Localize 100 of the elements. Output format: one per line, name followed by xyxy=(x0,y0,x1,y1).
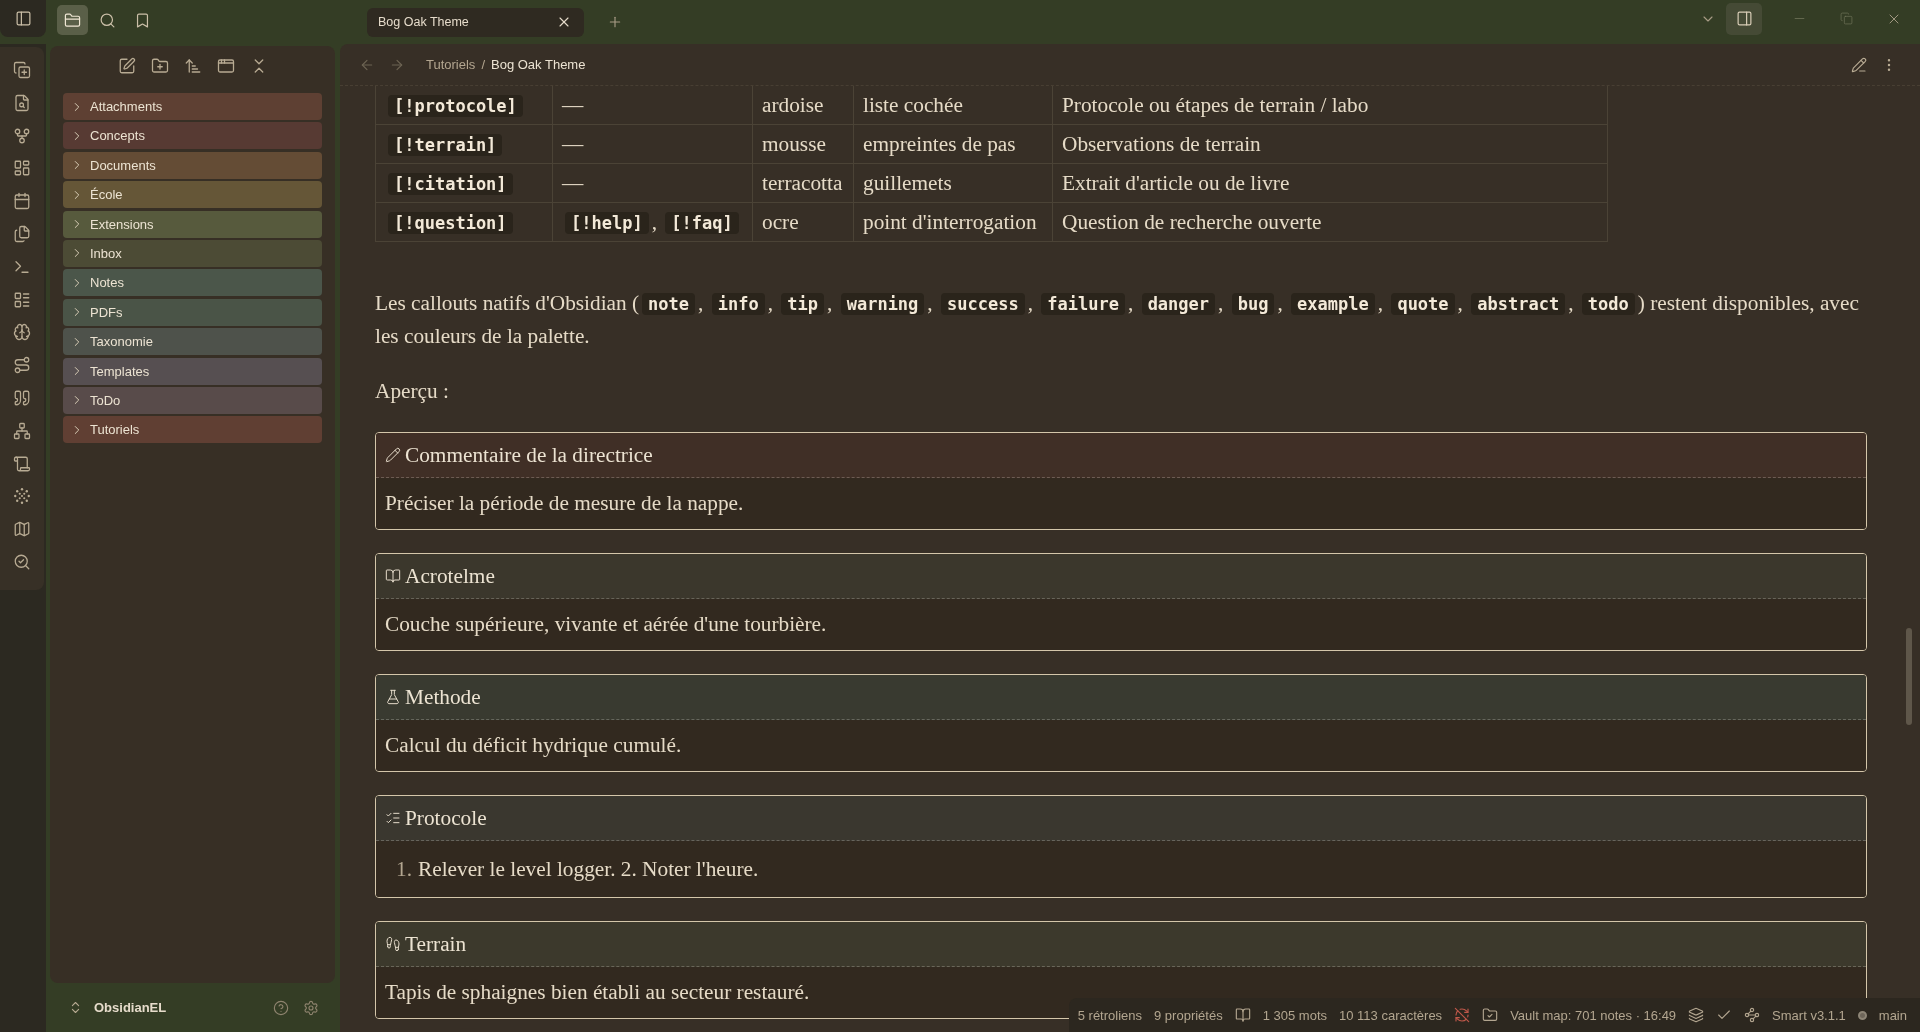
table-cell: Question de recherche ouverte xyxy=(1052,202,1608,242)
table-cell: [!terrain] xyxy=(375,124,553,164)
callout-title: Commentaire de la directrice xyxy=(405,442,653,468)
callout-text: Tapis de sphaignes bien établi au secteur restauré. xyxy=(385,980,810,1005)
table-cell: [!citation] xyxy=(375,163,553,203)
footprints-icon xyxy=(385,936,401,952)
folder-item[interactable]: Taxonomie xyxy=(63,328,322,356)
table-cell: [!help] , [!faq] xyxy=(552,202,753,242)
route-icon[interactable] xyxy=(13,356,31,375)
folder-item[interactable]: Concepts xyxy=(63,122,322,150)
right-sidebar-button[interactable] xyxy=(1726,2,1762,35)
vault-map-status[interactable]: Vault map: 701 notes · 16:49 xyxy=(1510,1007,1677,1023)
stack-icon[interactable] xyxy=(1688,1007,1705,1023)
folder-item[interactable]: Documents xyxy=(63,151,322,179)
nodes-icon[interactable] xyxy=(1744,1007,1761,1023)
callout-text: Calcul du déficit hydrique cumulé. xyxy=(385,733,682,758)
callout-title: Acrotelme xyxy=(405,563,495,589)
new-note-icon[interactable] xyxy=(117,57,136,75)
dashboard-icon[interactable] xyxy=(13,159,31,178)
paragraph: Aperçu : xyxy=(375,378,450,405)
folder-item[interactable]: Notes xyxy=(63,269,322,297)
search-check-icon[interactable] xyxy=(13,552,31,571)
folder-item[interactable]: PDFs xyxy=(63,298,322,326)
table-cell: — xyxy=(552,124,753,164)
brain-icon[interactable] xyxy=(13,323,31,342)
folder-check-icon[interactable] xyxy=(1482,1007,1499,1023)
flask-icon xyxy=(385,689,401,705)
calendar-icon[interactable] xyxy=(13,192,31,211)
table-cell: — xyxy=(552,86,753,125)
sort-icon[interactable] xyxy=(183,57,202,75)
table-cell: liste cochée xyxy=(853,86,1053,125)
breadcrumb-item[interactable]: Bog Oak Theme xyxy=(491,57,586,72)
callout-text: Couche supérieure, vivante et aérée d'une tourbière. xyxy=(385,612,827,637)
properties-count[interactable]: 9 propriétés xyxy=(1154,1007,1223,1023)
file-search-icon[interactable] xyxy=(13,93,31,112)
table-cell: Protocole ou étapes de terrain / labo xyxy=(1052,86,1608,125)
callout-title: Methode xyxy=(405,684,481,710)
table-cell: ardoise xyxy=(752,86,854,125)
backlinks-count[interactable]: 5 rétroliens xyxy=(1077,1007,1143,1023)
folder-item[interactable]: Tutoriels xyxy=(63,416,322,444)
quote-icon[interactable] xyxy=(13,388,31,407)
character-count: 10 113 caractères xyxy=(1339,1007,1443,1023)
new-folder-icon[interactable] xyxy=(150,57,169,75)
table-cell: guillemets xyxy=(853,163,1053,203)
folder-item[interactable]: Attachments xyxy=(63,93,322,120)
folder-item[interactable]: Templates xyxy=(63,357,322,385)
status-dot-icon xyxy=(1857,1010,1867,1020)
help-icon[interactable] xyxy=(273,999,289,1016)
settings-icon[interactable] xyxy=(303,999,319,1016)
editor-tab[interactable]: Bog Oak Theme xyxy=(367,7,584,37)
list-item-text: Relever le level logger. 2. Noter l'heure. xyxy=(418,856,759,882)
window-icon[interactable] xyxy=(216,57,235,75)
pencil-icon xyxy=(385,447,401,463)
pencil-icon[interactable] xyxy=(1851,56,1867,73)
book-icon xyxy=(385,568,401,584)
panel-left-icon[interactable] xyxy=(14,10,32,27)
table-cell: — xyxy=(552,163,753,203)
sync-off-icon[interactable] xyxy=(1454,1007,1471,1023)
paragraph: Les callouts natifs d'Obsidian ( note , info , tip , warning , success , failure , danger , bug , example , quote , abstract , todo ) restent disponibles, avec les couleurs de la palette. xyxy=(375,290,1860,350)
list-checks-icon xyxy=(385,810,401,826)
folder-item[interactable]: ToDo xyxy=(63,386,322,414)
list-number: 1. xyxy=(396,856,412,882)
breadcrumb-separator: / xyxy=(481,57,485,72)
callout-title: Terrain xyxy=(405,931,467,957)
breadcrumb-item[interactable]: Tutoriels xyxy=(426,57,476,72)
table-cell: [!protocole] xyxy=(375,86,553,125)
table-cell: Observations de terrain xyxy=(1052,124,1608,164)
table-cell: mousse xyxy=(752,124,854,164)
callout-title: Protocole xyxy=(405,805,487,831)
book-icon[interactable] xyxy=(1234,1007,1251,1023)
sidebar-toggle-button[interactable] xyxy=(0,0,46,37)
folder-item[interactable]: École xyxy=(63,181,322,209)
files-icon[interactable] xyxy=(13,225,31,243)
plus-icon[interactable] xyxy=(607,14,623,30)
copy-plus-icon[interactable] xyxy=(13,61,31,79)
scrollbar-thumb[interactable] xyxy=(1906,628,1912,725)
vault-name[interactable]: ObsidianEL xyxy=(94,1000,273,1015)
folder-icon[interactable] xyxy=(64,11,81,29)
network-icon[interactable] xyxy=(13,421,31,440)
plugin-version[interactable]: Smart v3.1.1 xyxy=(1772,1007,1846,1023)
callout-text: Préciser la période de mesure de la nappe. xyxy=(385,491,744,516)
dotted-circle-icon[interactable] xyxy=(13,487,31,506)
files-tab[interactable] xyxy=(57,5,88,35)
folder-item[interactable]: Inbox xyxy=(63,239,322,267)
table-cell: empreintes de pas xyxy=(853,124,1053,164)
bookmark-icon[interactable] xyxy=(134,11,151,29)
folder-item[interactable]: Extensions xyxy=(63,210,322,238)
search-icon[interactable] xyxy=(99,11,116,29)
table-cell: terracotta xyxy=(752,163,854,203)
fork-icon[interactable] xyxy=(13,126,31,145)
table-cell: point d'interrogation xyxy=(853,202,1053,242)
table-cell: [!question] xyxy=(375,202,553,242)
list-icon[interactable] xyxy=(13,290,31,309)
panel-right-icon[interactable] xyxy=(1735,10,1753,27)
branch-name[interactable]: main xyxy=(1878,1007,1907,1023)
word-count: 1 305 mots xyxy=(1262,1007,1327,1023)
table-cell: ocre xyxy=(752,202,854,242)
map-icon[interactable] xyxy=(13,520,31,539)
scroll-icon[interactable] xyxy=(13,454,31,473)
table-cell: Extrait d'article ou de livre xyxy=(1052,163,1608,203)
